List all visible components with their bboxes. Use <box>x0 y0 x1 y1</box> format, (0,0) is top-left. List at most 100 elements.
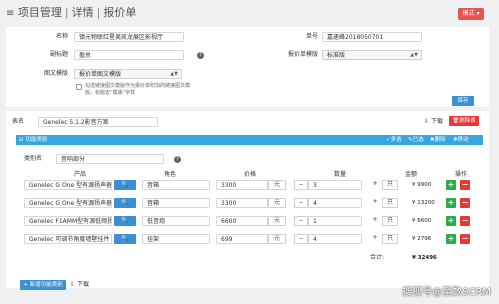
page-title: ≡ 项目管理 | 详情 | 报价单 <box>6 6 137 19</box>
product-input[interactable]: Genelec G One 型有源扬声器（ <box>24 198 112 208</box>
increment-button[interactable]: + <box>368 234 382 244</box>
search-button[interactable]: 🔍 <box>114 198 136 208</box>
download-button[interactable]: ⇩ 下载 <box>424 118 446 126</box>
breadcrumb-project[interactable]: 项目管理 <box>18 6 62 19</box>
table-name-input[interactable]: Genelec 5.1.2影音方案 <box>38 117 158 127</box>
search-button[interactable]: 🔍 <box>114 180 136 190</box>
table-label: 表名 <box>12 118 25 125</box>
increment-button[interactable]: + <box>368 180 382 190</box>
quantity-input[interactable]: 3 <box>308 180 362 190</box>
remove-row-button[interactable]: − <box>460 198 470 208</box>
download-icon: ⇩ <box>424 118 430 125</box>
subtitle-input[interactable]: 盈总 <box>74 50 184 60</box>
total-value: ¥ 32496 <box>412 255 437 261</box>
chevron-down-icon: ▲▼ <box>170 71 178 77</box>
breadcrumb-detail[interactable]: 详情 <box>72 6 94 19</box>
quantity-unit: 只 <box>382 198 398 208</box>
decrement-button[interactable]: − <box>294 234 308 244</box>
help-icon[interactable]: ? <box>174 156 181 163</box>
help-icon[interactable]: ? <box>197 52 204 59</box>
amount-value: ¥ 9900 <box>412 182 432 188</box>
add-row-button[interactable]: + <box>446 234 456 244</box>
quantity-input[interactable]: 4 <box>308 234 362 244</box>
search-button[interactable]: 🔍 <box>114 216 136 226</box>
save-button[interactable]: 保存 <box>452 96 474 106</box>
column-quantity: 数量 <box>333 171 346 178</box>
category-name-input[interactable]: 音响部分 <box>56 154 164 164</box>
chevron-down-icon: ▲▼ <box>410 52 418 58</box>
price-unit: 元 <box>268 180 286 190</box>
increment-button[interactable]: + <box>368 198 382 208</box>
page: ≡ 项目管理 | 详情 | 报价单 模式 ▾ 名称 镇元物联红星美凯龙展区影视厅 单号 … <box>0 0 499 304</box>
price-input[interactable]: 6600 <box>216 216 268 226</box>
menu-icon[interactable]: ≡ <box>6 8 14 19</box>
link-template-checkbox[interactable] <box>76 84 82 90</box>
code-label: 单号 <box>305 33 318 40</box>
add-row-button[interactable]: + <box>446 180 456 190</box>
column-price: 价格 <box>243 171 256 178</box>
category-bar: ⊟ 功能类别 ✓多选 ✎已选 ✖删除 ✥移动 <box>16 135 483 145</box>
quantity-input[interactable]: 1 <box>308 216 362 226</box>
quantity-unit: 只 <box>382 180 398 190</box>
doc-template-label: 图文模版 <box>43 70 68 77</box>
total-label: 合计: <box>370 254 385 261</box>
product-input[interactable]: Genelec F1AMM型有源低频扬声 <box>24 216 112 226</box>
delete-category-button[interactable]: ✖删除 <box>430 135 446 145</box>
download-button-bottom[interactable]: ⇩ 下载 <box>70 281 100 289</box>
mode-button[interactable]: 模式 ▾ <box>458 8 484 20</box>
decrement-button[interactable]: − <box>294 180 308 190</box>
add-row-button[interactable]: + <box>446 198 456 208</box>
add-category-button[interactable]: + 新增功能类别 <box>20 280 66 290</box>
add-row-button[interactable]: + <box>446 216 456 226</box>
search-icon: 🔍 <box>121 181 129 188</box>
search-icon: 🔍 <box>121 217 129 224</box>
product-input[interactable]: Genelec 可调节角度墙壁挂件 808 <box>24 234 112 244</box>
price-unit: 元 <box>268 216 286 226</box>
price-input[interactable]: 3300 <box>216 198 268 208</box>
remove-row-button[interactable]: − <box>460 180 470 190</box>
multi-select-button[interactable]: ✓多选 <box>386 135 402 145</box>
template-label: 报价单模版 <box>287 51 318 58</box>
remove-row-button[interactable]: − <box>460 216 470 226</box>
category-bar-title: ⊟ 功能类别 <box>19 137 48 143</box>
price-input[interactable]: 699 <box>216 234 268 244</box>
increment-button[interactable]: + <box>368 216 382 226</box>
download-icon: ⇩ <box>70 281 76 288</box>
column-amount: 金额 <box>404 171 417 178</box>
watermark: 搜狐号@至数SCRM <box>402 287 491 298</box>
search-button[interactable]: 🔍 <box>114 234 136 244</box>
name-label: 名称 <box>55 33 68 40</box>
name-input[interactable]: 镇元物联红星美凯龙展区影视厅 <box>74 32 184 42</box>
role-input[interactable]: 音箱 <box>142 180 210 190</box>
quantity-input[interactable]: 4 <box>308 198 362 208</box>
price-input[interactable]: 3300 <box>216 180 268 190</box>
template-select[interactable]: 标准版 ▲▼ <box>322 50 422 60</box>
remove-row-button[interactable]: − <box>460 234 470 244</box>
amount-value: ¥ 2796 <box>412 236 432 242</box>
column-actions: 操作 <box>454 171 467 178</box>
role-input[interactable]: 低音炮 <box>142 216 210 226</box>
hint-text: 勾选链接图文模版作为报价单附加的链接图文模版，标题去“模版”字样 <box>85 83 191 96</box>
column-role: 角色 <box>163 171 176 178</box>
delete-table-button[interactable]: 🗑删除表 <box>449 116 479 126</box>
search-icon: 🔍 <box>121 199 129 206</box>
code-input[interactable]: 嘉递峰2018050701 <box>322 32 422 42</box>
price-unit: 元 <box>268 198 286 208</box>
quantity-unit: 只 <box>382 234 398 244</box>
product-input[interactable]: Genelec G One 型有源扬声器（ <box>24 180 112 190</box>
doc-template-select[interactable]: 报价单图文模版 ▲▼ <box>74 69 182 79</box>
breadcrumb-quote: 报价单 <box>103 6 137 19</box>
column-product: 产品 <box>73 171 86 178</box>
move-button[interactable]: ✥移动 <box>453 135 469 145</box>
amount-value: ¥ 6600 <box>412 218 432 224</box>
subtitle-label: 副标题 <box>49 51 68 58</box>
quantity-unit: 只 <box>382 216 398 226</box>
category-name-label: 类别名 <box>24 155 43 162</box>
role-input[interactable]: 音箱 <box>142 198 210 208</box>
role-input[interactable]: 挂架 <box>142 234 210 244</box>
amount-value: ¥ 13200 <box>412 200 435 206</box>
decrement-button[interactable]: − <box>294 216 308 226</box>
selected-button[interactable]: ✎已选 <box>408 135 424 145</box>
search-icon: 🔍 <box>121 235 129 242</box>
decrement-button[interactable]: − <box>294 198 308 208</box>
